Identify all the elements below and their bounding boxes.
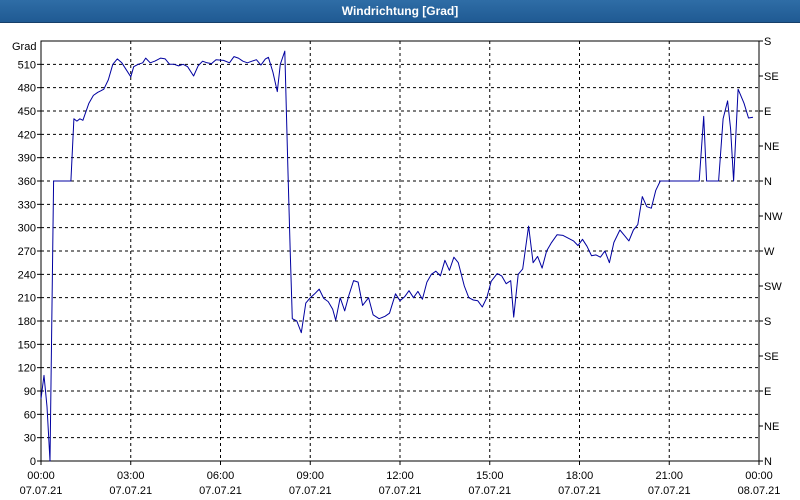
compass-tick-label: SE — [764, 71, 779, 83]
y-tick-label: 450 — [18, 106, 36, 118]
x-tick-time: 12:00 — [386, 470, 414, 482]
x-tick-date: 07.07.21 — [199, 485, 242, 497]
chart-area: Grad 0 30 60 90 120 150 180 210 240 270 300 330 360 3… — [12, 36, 783, 497]
y-tick-label: 420 — [18, 129, 36, 141]
x-tick-time: 18:00 — [566, 470, 594, 482]
y-tick-label: 360 — [18, 176, 36, 188]
y-tick-label: 90 — [24, 386, 36, 398]
y-tick-label: 60 — [24, 409, 36, 421]
x-tick-date: 07.07.21 — [468, 485, 511, 497]
compass-tick-label: NE — [764, 421, 779, 433]
x-tick-time: 15:00 — [476, 470, 504, 482]
x-tick-time: 00:00 — [745, 470, 773, 482]
y-tick-label: 120 — [18, 363, 36, 375]
compass-tick-label: N — [764, 456, 772, 468]
compass-tick-label: S — [764, 36, 771, 48]
x-tick-date: 07.07.21 — [379, 485, 422, 497]
x-tick-time: 00:00 — [27, 470, 55, 482]
compass-tick-label: W — [764, 246, 775, 258]
x-tick-time: 06:00 — [207, 470, 235, 482]
x-tick-time: 03:00 — [117, 470, 145, 482]
x-tick-date: 07.07.21 — [558, 485, 601, 497]
y-tick-label: 270 — [18, 246, 36, 258]
series-line-wind-direction — [40, 50, 754, 462]
compass-tick-label: N — [764, 176, 772, 188]
y-tick-label: 210 — [18, 293, 36, 305]
y-tick-label: 30 — [24, 433, 36, 445]
y-tick-label: 480 — [18, 83, 36, 95]
compass-tick-label: NW — [764, 211, 783, 223]
y-tick-label: 330 — [18, 199, 36, 211]
y-tick-label: 150 — [18, 339, 36, 351]
y-tick-label: 300 — [18, 223, 36, 235]
compass-tick-label: NE — [764, 141, 779, 153]
tick-labels: Grad 0 30 60 90 120 150 180 210 240 270 300 330 360 3… — [12, 36, 783, 497]
x-tick-date: 07.07.21 — [648, 485, 691, 497]
chart-window: Windrichtung [Grad] Grad 0 30 60 90 120 150 18… — [0, 0, 800, 500]
compass-tick-label: S — [764, 316, 771, 328]
y-axis-label: Grad — [12, 41, 36, 53]
x-tick-time: 09:00 — [296, 470, 324, 482]
y-tick-label: 510 — [18, 59, 36, 71]
y-tick-label: 240 — [18, 269, 36, 281]
y-tick-label: 0 — [30, 456, 36, 468]
compass-tick-label: E — [764, 386, 771, 398]
x-tick-date: 07.07.21 — [109, 485, 152, 497]
compass-tick-label: SW — [764, 281, 782, 293]
x-tick-date: 07.07.21 — [20, 485, 63, 497]
x-tick-date: 07.07.21 — [289, 485, 332, 497]
x-tick-time: 21:00 — [655, 470, 683, 482]
y-tick-label: 180 — [18, 316, 36, 328]
y-tick-label: 390 — [18, 153, 36, 165]
compass-tick-label: SE — [764, 351, 779, 363]
x-tick-date: 08.07.21 — [738, 485, 781, 497]
compass-tick-label: E — [764, 106, 771, 118]
grid-lines — [41, 41, 759, 461]
series-layer — [40, 50, 754, 462]
